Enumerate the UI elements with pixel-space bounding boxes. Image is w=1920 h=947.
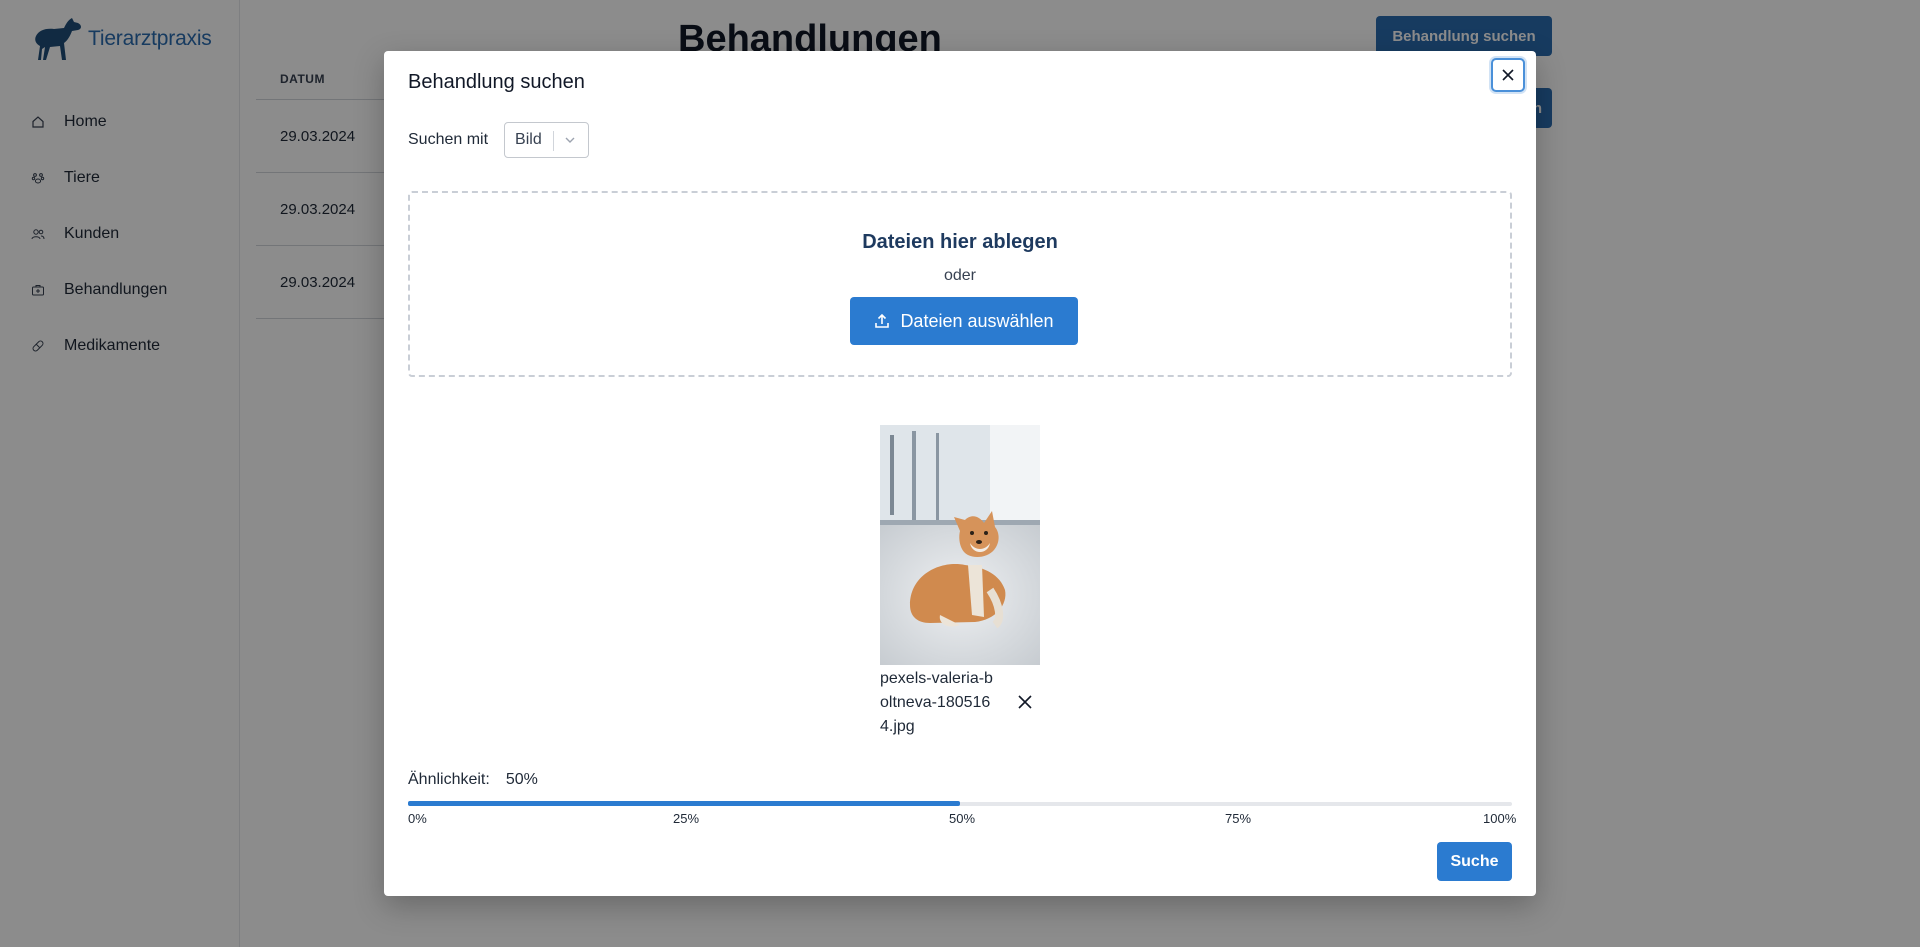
- close-icon: [1502, 69, 1514, 81]
- similarity-value: 50%: [505, 771, 538, 788]
- slider-tick: 0%: [408, 811, 427, 826]
- similarity-row: Ähnlichkeit: 50%: [408, 771, 538, 789]
- slider-tick: 75%: [1225, 811, 1252, 826]
- select-files-label: Dateien auswählen: [900, 310, 1054, 331]
- chevron-down-icon: [565, 137, 575, 143]
- search-mode-value: Bild: [515, 131, 542, 148]
- remove-file-icon[interactable]: [1016, 693, 1034, 711]
- file-dropzone[interactable]: Dateien hier ablegen oder Dateien auswäh…: [408, 191, 1512, 377]
- search-mode-label: Suchen mit: [408, 131, 489, 148]
- slider-tick: 25%: [673, 811, 700, 826]
- file-name: pexels-valeria-boltneva-1805164.jpg: [880, 670, 993, 735]
- dropzone-or: oder: [943, 267, 977, 284]
- select-files-button[interactable]: Dateien auswählen: [850, 297, 1078, 345]
- slider-fill: [408, 801, 960, 806]
- upload-icon: [875, 313, 890, 328]
- similarity-label: Ähnlichkeit:: [408, 771, 490, 788]
- slider-tick: 100%: [1483, 811, 1517, 826]
- dropzone-title: Dateien hier ablegen: [862, 231, 1058, 253]
- file-preview: pexels-valeria-boltneva-1805164.jpg: [880, 425, 1040, 739]
- select-separator: [553, 131, 555, 151]
- close-button[interactable]: [1491, 58, 1525, 92]
- dog-photo-thumbnail: [880, 425, 1040, 665]
- slider-ticks: 0% 25% 50% 75% 100%: [408, 811, 1516, 829]
- search-button[interactable]: Suche: [1437, 842, 1512, 881]
- search-mode-select[interactable]: Bild: [504, 122, 590, 158]
- dialog-title: Behandlung suchen: [408, 71, 585, 93]
- search-mode-row: Suchen mit Bild: [408, 122, 590, 158]
- slider-tick: 50%: [949, 811, 976, 826]
- search-treatment-dialog: Behandlung suchen Suchen mit Bild Dateie…: [384, 51, 1536, 896]
- similarity-slider[interactable]: [408, 801, 1512, 807]
- slider-handle[interactable]: [953, 797, 967, 811]
- file-info: pexels-valeria-boltneva-1805164.jpg: [880, 667, 1040, 739]
